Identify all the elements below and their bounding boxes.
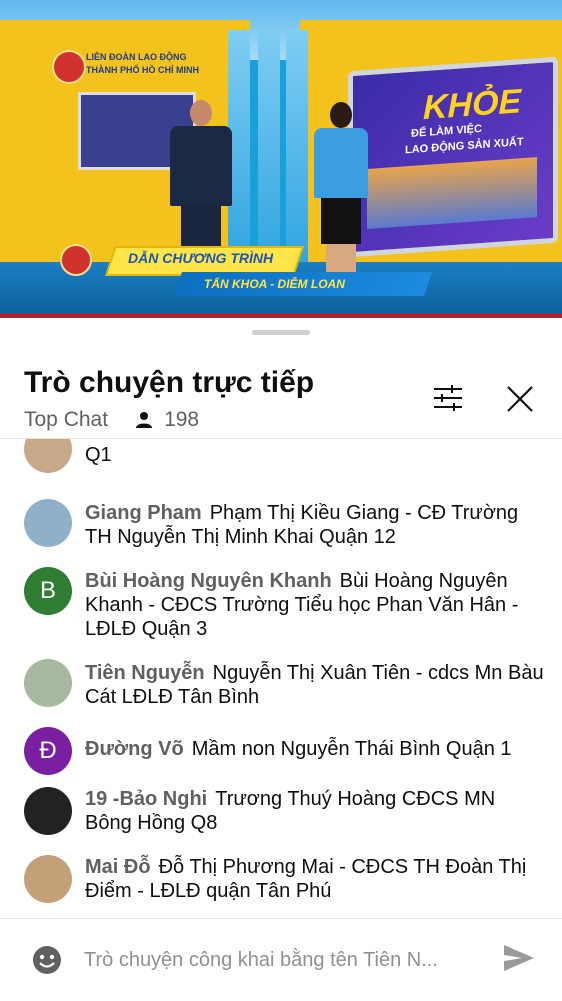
studio-pillar <box>258 30 280 270</box>
message-text: 19 -Bảo Nghi Trương Thuý Hoàng CĐCS MN Bô… <box>85 787 545 835</box>
chat-message-list[interactable]: Q1 Giang Pham Phạm Thị Kiều Giang - CĐ Tr… <box>0 439 562 917</box>
screen-title: KHỎE <box>423 82 522 128</box>
chat-mode-selector[interactable]: Top Chat <box>24 408 108 432</box>
live-video-player[interactable]: LIÊN ĐOÀN LAO ĐỘNG THÀNH PHỐ HỒ CHÍ MINH… <box>0 0 562 318</box>
message-body: Mầm non Nguyễn Thái Bình Quận 1 <box>191 738 512 760</box>
avatar[interactable] <box>24 499 72 547</box>
emoji-icon[interactable] <box>32 945 62 980</box>
lower-third-label: DẪN CHƯƠNG TRÌNH <box>128 250 274 266</box>
message-body: Q1 <box>85 444 112 466</box>
message-text: Giang Pham Phạm Thị Kiều Giang - CĐ Trườn… <box>85 501 545 549</box>
message-author[interactable]: Bùi Hoàng Nguyên Khanh <box>85 570 332 592</box>
union-logo <box>52 50 86 84</box>
live-chat-panel: Trò chuyện trực tiếp Top Chat 198 Q1 Gia… <box>0 318 562 1001</box>
send-icon[interactable] <box>502 943 536 978</box>
chat-input[interactable]: Trò chuyện công khai bằng tên Tiên N... <box>84 949 438 972</box>
avatar[interactable] <box>24 855 72 903</box>
message-text: Q1 <box>85 443 545 467</box>
studio-pillar <box>286 30 308 270</box>
org-name-line2: THÀNH PHỐ HỒ CHÍ MINH <box>86 65 199 75</box>
message-author[interactable]: 19 -Bảo Nghi <box>85 788 207 810</box>
chat-subtitle: Top Chat 198 <box>24 408 199 432</box>
video-progress-fill <box>0 314 562 317</box>
avatar[interactable] <box>24 439 72 473</box>
screen-image <box>367 157 537 230</box>
chat-title: Trò chuyện trực tiếp <box>24 366 315 399</box>
message-text: Mai Đỗ Đỗ Thị Phương Mai - CĐCS TH Đoàn T… <box>85 855 545 903</box>
avatar[interactable] <box>24 659 72 707</box>
message-text: Tiên Nguyễn Nguyễn Thị Xuân Tiên - cdcs M… <box>85 661 545 709</box>
close-icon[interactable] <box>505 384 535 419</box>
viewer-count: 198 <box>164 408 200 431</box>
screen-subtitle-1: ĐỂ LÀM VIỆC <box>411 122 482 140</box>
org-name-line1: LIÊN ĐOÀN LAO ĐỘNG <box>86 52 187 62</box>
studio-monitor-right: KHỎE ĐỂ LÀM VIỆC LAO ĐỘNG SẢN XUẤT <box>348 56 558 258</box>
message-body: Đỗ Thị Phương Mai - CĐCS TH Đoàn Thị Điể… <box>85 856 527 902</box>
chat-input-bar: Trò chuyện công khai bằng tên Tiên N... <box>0 918 562 1001</box>
avatar[interactable]: B <box>24 567 72 615</box>
drag-handle[interactable] <box>252 330 310 335</box>
avatar[interactable] <box>24 787 72 835</box>
presenter-female <box>314 102 368 284</box>
avatar[interactable]: Đ <box>24 727 72 775</box>
message-author[interactable]: Đường Võ <box>85 738 184 760</box>
message-author[interactable]: Mai Đỗ <box>85 856 151 878</box>
message-text: Đường Võ Mầm non Nguyễn Thái Bình Quận 1 <box>85 737 545 761</box>
lower-third-names: TẤN KHOA - DIỄM LOAN <box>204 277 345 291</box>
video-progress-bar[interactable] <box>0 314 562 317</box>
union-logo-small <box>60 244 92 276</box>
tune-icon[interactable] <box>432 384 464 417</box>
message-author[interactable]: Tiên Nguyễn <box>85 662 205 684</box>
person-icon <box>134 410 154 430</box>
message-text: Bùi Hoàng Nguyên Khanh Bùi Hoàng Nguyên K… <box>85 569 545 641</box>
message-author[interactable]: Giang Pham <box>85 502 202 524</box>
